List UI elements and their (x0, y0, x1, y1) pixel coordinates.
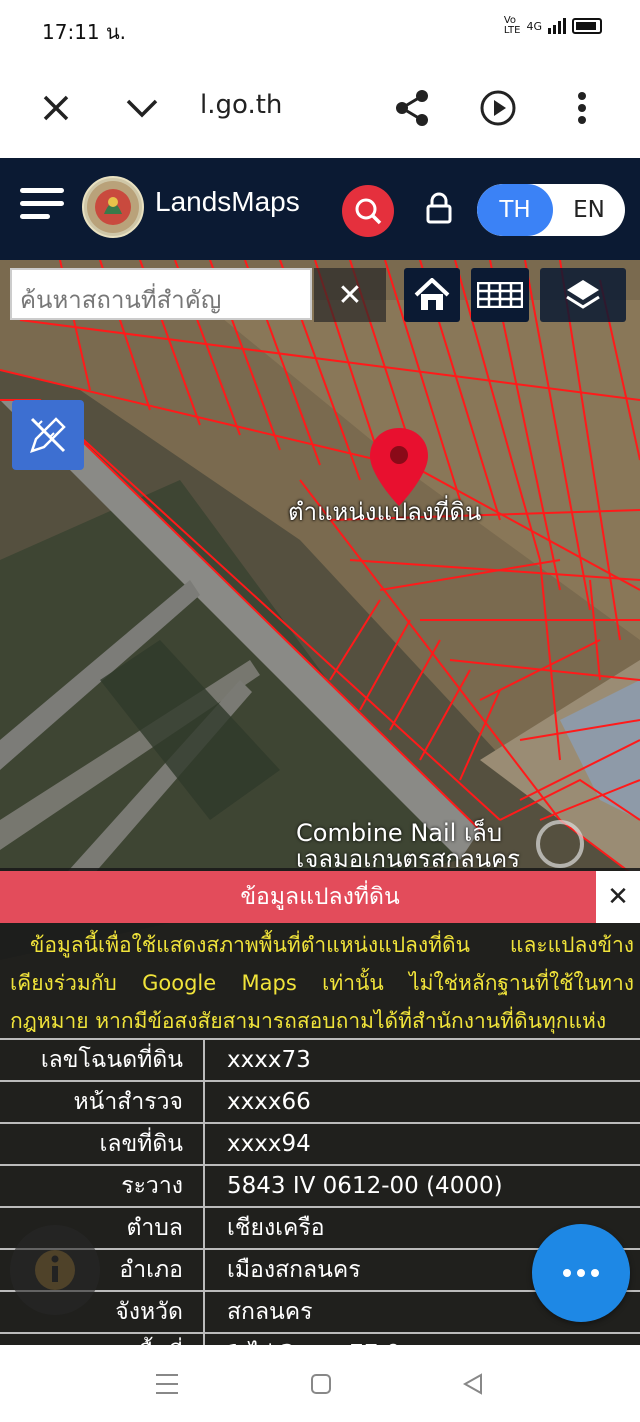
panel-close-button[interactable]: ✕ (596, 871, 640, 923)
close-tab-icon[interactable] (36, 88, 76, 128)
lang-th-button[interactable]: TH (477, 184, 553, 236)
row-value: xxxx73 (204, 1038, 640, 1081)
grid-icon (477, 282, 523, 308)
row-value: xxxx66 (204, 1080, 640, 1123)
lang-en-button[interactable]: EN (553, 184, 625, 236)
table-row: หน้าสำรวจ xxxx66 (0, 1080, 640, 1123)
back-nav-icon[interactable] (458, 1369, 488, 1399)
table-row: เลขที่ดิน xxxx94 (0, 1122, 640, 1165)
layers-icon (566, 280, 600, 309)
network-type: 4G (526, 19, 542, 33)
browser-toolbar: l.go.th (0, 58, 640, 158)
status-bar: 17:11 น. Vo LTE 4G (0, 0, 640, 58)
table-row: เนื้อที่1 ไร่ 3 งาน 77.0 ตารางวา (0, 1332, 640, 1345)
info-icon (35, 1250, 75, 1290)
clear-search-button[interactable]: ✕ (314, 268, 386, 322)
search-button[interactable] (342, 185, 394, 237)
map-view[interactable]: ค้นหาสถานที่สำคัญ ✕ ตำแหน่งแปลงที่ดิน Co… (0, 260, 640, 1345)
disclaimer-notice: ข้อมูลนี้เพื่อใช้แสดงสภาพพื้นที่ตำแหน่งแ… (10, 926, 634, 1040)
more-vertical-icon[interactable] (562, 88, 602, 128)
brand-title: LandsMaps (155, 186, 300, 217)
play-icon[interactable] (478, 88, 518, 128)
status-time: 17:11 น. (42, 20, 127, 44)
layers-button[interactable] (540, 268, 626, 322)
department-logo (82, 176, 144, 238)
row-label: เลขโฉนดที่ดิน (0, 1038, 205, 1081)
row-value: 1 ไร่ 3 งาน 77.0 ตารางวา (204, 1332, 640, 1345)
home-icon (414, 278, 450, 310)
system-nav-bar (0, 1345, 640, 1422)
pin-label: ตำแหน่งแปลงที่ดิน (288, 498, 482, 526)
poi-label: Combine Nail เล็บ เจลมอเกนตรสกลนคร (296, 820, 520, 872)
search-icon (355, 198, 382, 225)
language-toggle: TH EN (477, 184, 625, 236)
row-label: เนื้อที่ (0, 1332, 205, 1345)
row-value: 5843 IV 0612-00 (4000) (204, 1164, 640, 1207)
table-row: เลขโฉนดที่ดิน xxxx73 (0, 1038, 640, 1081)
signal-icon (548, 18, 566, 34)
panel-title: ข้อมูลแปลงที่ดิน (0, 871, 640, 923)
row-label: เลขที่ดิน (0, 1122, 205, 1165)
notice-text: ข้อมูลนี้เพื่อใช้แสดงสภาพพื้นที่ตำแหน่งแ… (10, 933, 634, 1033)
status-icons: Vo LTE 4G (504, 16, 602, 36)
volte-icon: Vo LTE (503, 15, 521, 36)
pencil-ruler-icon (30, 417, 66, 453)
home-nav-icon[interactable] (306, 1369, 336, 1399)
app-header: LandsMaps TH EN (0, 158, 640, 260)
row-label: ระวาง (0, 1164, 205, 1207)
battery-icon (572, 18, 602, 34)
row-label: หน้าสำรวจ (0, 1080, 205, 1123)
grid-button[interactable] (471, 268, 529, 322)
measure-tool-button[interactable] (12, 400, 84, 470)
more-horizontal-icon (563, 1269, 599, 1277)
poi-label-line1: Combine Nail เล็บ (296, 819, 503, 847)
info-button[interactable] (10, 1225, 100, 1315)
recent-apps-icon[interactable] (152, 1369, 182, 1399)
lock-icon[interactable] (424, 192, 454, 226)
url-text[interactable]: l.go.th (200, 90, 282, 120)
home-button[interactable] (404, 268, 460, 322)
row-value: xxxx94 (204, 1122, 640, 1165)
hamburger-menu-icon[interactable] (20, 188, 64, 224)
place-search-input[interactable]: ค้นหาสถานที่สำคัญ (10, 268, 312, 320)
share-icon[interactable] (392, 88, 432, 128)
chevron-down-icon[interactable] (122, 88, 162, 128)
table-row: ระวาง 5843 IV 0612-00 (4000) (0, 1164, 640, 1207)
more-options-fab[interactable] (532, 1224, 630, 1322)
